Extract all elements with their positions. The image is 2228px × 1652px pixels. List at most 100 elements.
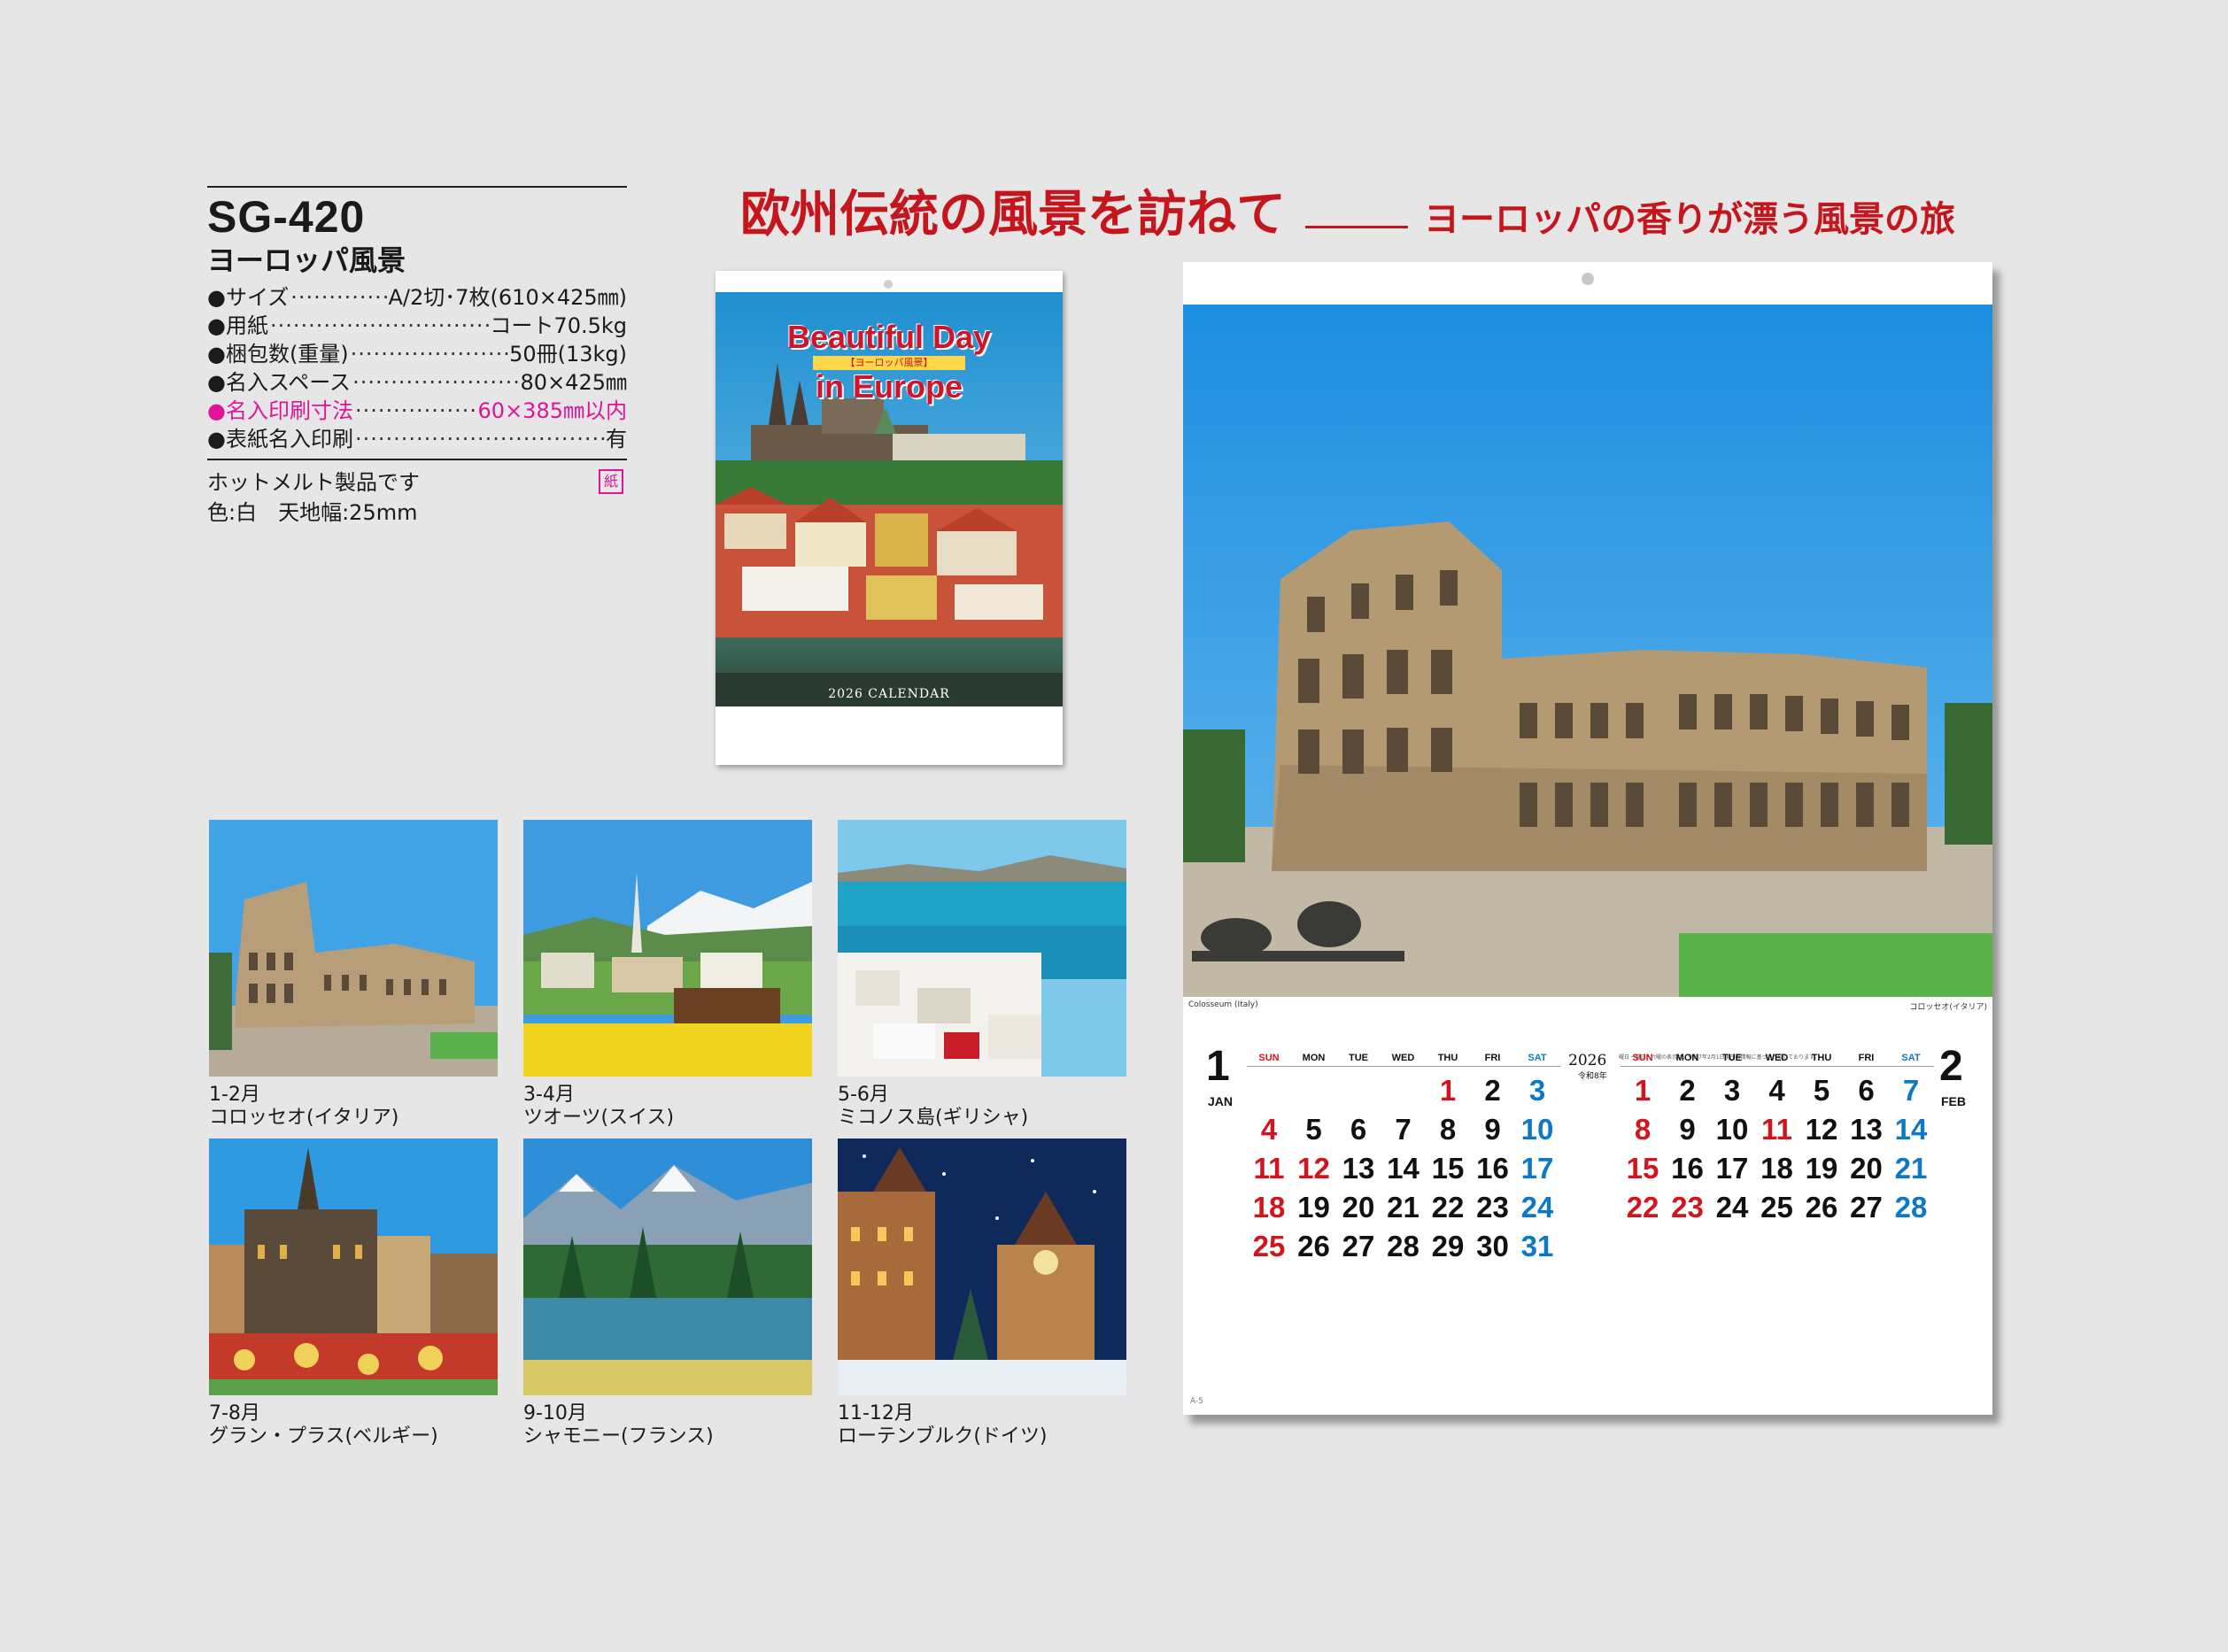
weekday-header: WED <box>1765 1053 1789 1063</box>
town-square-icon <box>209 1139 498 1395</box>
cover-title-line1: Beautiful Day <box>786 319 992 355</box>
calendar-day: 1 <box>1634 1074 1652 1107</box>
spec-note-hotmelt: ホットメルト製品です <box>207 470 420 495</box>
spec-row-name-space: ●名入スペース ································… <box>207 370 627 395</box>
alpine-village-icon <box>523 820 812 1077</box>
weekday-header: MON <box>1302 1053 1326 1063</box>
month-number: 1 <box>1206 1043 1230 1090</box>
calendar-day: 28 <box>1894 1191 1928 1224</box>
calendar-day: 27 <box>1342 1230 1375 1262</box>
mountain-lake-icon <box>523 1139 812 1395</box>
spec-note-color: 色:白 天地幅:25mm <box>207 500 418 525</box>
calendar-day: 9 <box>1484 1113 1501 1146</box>
spec-label: ●表紙名入印刷 <box>207 427 353 452</box>
calendar-day: 6 <box>1858 1074 1875 1107</box>
spec-row-size: ●サイズ ···································… <box>207 285 628 310</box>
paper-mark-icon: 紙 <box>599 469 623 494</box>
calendar-day: 10 <box>1715 1113 1749 1146</box>
weekday-header: SUN <box>1258 1053 1280 1063</box>
calendar-day: 5 <box>1305 1113 1322 1146</box>
month-abbr: FEB <box>1941 1094 1966 1108</box>
sheet-footer: A-5 <box>1190 1397 1203 1406</box>
calendar-era: 令和8年 <box>1578 1072 1607 1081</box>
calendar-sheet: Colosseum (Italy) コロッセオ(イタリア) 1 JAN SUN M… <box>1183 262 1992 1415</box>
thumbnail-colosseum <box>209 820 498 1077</box>
calendar-day: 9 <box>1679 1113 1696 1146</box>
cover-calendar-label: 2026 CALENDAR <box>828 687 950 701</box>
calendar-day: 17 <box>1715 1152 1749 1185</box>
calendar-year: 2026 <box>1568 1052 1607 1069</box>
calendar-day: 26 <box>1297 1230 1330 1262</box>
calendar-day: 7 <box>1395 1113 1412 1146</box>
weekday-header: THU <box>1437 1053 1458 1063</box>
weekday-header: FRI <box>1858 1053 1875 1063</box>
weekday-header: THU <box>1811 1053 1832 1063</box>
weekday-header: SAT <box>1528 1053 1547 1063</box>
calendar-day: 7 <box>1902 1074 1920 1107</box>
calendar-cover: Beautiful Day 【ヨーロッパ風景】 in Europe 2026 C… <box>716 271 1063 765</box>
calendar-day: 21 <box>1894 1152 1928 1185</box>
thumbnail-christmas-town <box>838 1139 1126 1395</box>
calendar-day: 23 <box>1476 1191 1509 1224</box>
headline-sub: ヨーロッパの香りが漂う風景の旅 <box>1424 199 1955 240</box>
calendar-day: 14 <box>1894 1113 1928 1146</box>
colosseum-icon <box>209 820 498 1077</box>
spec-value: 80×425㎜ <box>520 370 627 395</box>
calendar-day: 31 <box>1520 1230 1554 1262</box>
spec-value: A/2切･7枚(610×425㎜) <box>388 285 628 310</box>
calendar-day: 28 <box>1387 1230 1420 1262</box>
spec-label: ●名入スペース <box>207 370 352 395</box>
thumbnail-seaside-town <box>838 820 1126 1077</box>
weekday-rule <box>1247 1066 1560 1067</box>
product-name: ヨーロッパ風景 <box>207 243 406 277</box>
seaside-town-icon <box>838 820 1126 1077</box>
calendar-day: 23 <box>1671 1191 1704 1224</box>
spec-row-paper: ●用紙 ····································… <box>207 313 627 338</box>
calendar-day: 20 <box>1342 1191 1375 1224</box>
cover-title-line2: in Europe <box>815 368 963 405</box>
month-number: 2 <box>1939 1043 1963 1090</box>
spec-value: コート70.5kg <box>490 313 627 338</box>
calendar-day: 21 <box>1387 1191 1420 1224</box>
thumbnail-months: 3-4月 <box>523 1084 575 1106</box>
calendar-day: 18 <box>1252 1191 1286 1224</box>
thumbnail-place: グラン・プラス(ベルギー) <box>209 1425 438 1447</box>
calendar-day: 20 <box>1850 1152 1883 1185</box>
thumbnail-place: ミコノス島(ギリシャ) <box>838 1107 1029 1129</box>
month-abbr: JAN <box>1208 1094 1234 1108</box>
calendar-day: 3 <box>1528 1074 1546 1107</box>
weekday-header: SAT <box>1901 1053 1921 1063</box>
calendar-day: 15 <box>1431 1152 1465 1185</box>
calendar-day: 24 <box>1520 1191 1554 1224</box>
hanging-hole <box>1582 273 1594 285</box>
weekday-header: TUE <box>1722 1053 1742 1063</box>
weekday-header: MON <box>1675 1053 1699 1063</box>
spec-label: ●梱包数(重量) <box>207 342 349 367</box>
calendar-day: 14 <box>1387 1152 1420 1185</box>
weekday-header: WED <box>1391 1053 1415 1063</box>
thumbnail-alpine-village <box>523 820 812 1077</box>
spec-bottom-rule <box>207 459 627 460</box>
calendar-day: 16 <box>1671 1152 1704 1185</box>
hanging-hole <box>884 280 893 289</box>
christmas-town-icon <box>838 1139 1126 1395</box>
weekday-header: FRI <box>1484 1053 1501 1063</box>
spec-value: 50冊(13kg) <box>509 342 627 367</box>
calendar-day: 8 <box>1634 1113 1652 1146</box>
calendar-day: 25 <box>1252 1230 1286 1262</box>
calendar-day: 4 <box>1260 1113 1278 1146</box>
spec-label: ●サイズ <box>207 285 290 310</box>
calendar-day: 17 <box>1520 1152 1554 1185</box>
calendar-day: 15 <box>1626 1152 1659 1185</box>
spec-top-rule <box>207 186 627 188</box>
calendar-day: 8 <box>1439 1113 1457 1146</box>
calendar-day: 24 <box>1715 1191 1749 1224</box>
headline-main: 欧州伝統の風景を訪ねて <box>740 185 1286 243</box>
calendar-day: 4 <box>1768 1074 1785 1107</box>
thumbnail-months: 1-2月 <box>209 1084 260 1106</box>
weekday-header: SUN <box>1632 1053 1653 1063</box>
thumbnail-mountain-lake <box>523 1139 812 1395</box>
calendar-day: 12 <box>1805 1113 1838 1146</box>
calendar-day: 2 <box>1484 1074 1501 1107</box>
calendar-day: 19 <box>1805 1152 1838 1185</box>
